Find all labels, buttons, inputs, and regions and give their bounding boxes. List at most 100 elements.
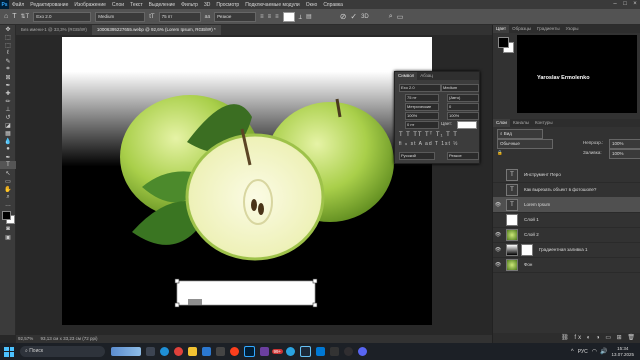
gradient-tool-icon[interactable]: ▦ xyxy=(0,129,16,137)
align-left-icon[interactable]: ≡ xyxy=(260,14,264,20)
char-color-swatch[interactable] xyxy=(457,121,477,129)
cancel-icon[interactable]: ⊘ xyxy=(340,12,347,21)
visibility-eye-icon[interactable]: 👁 xyxy=(493,262,503,268)
move-tool-icon[interactable]: ✥ xyxy=(0,25,16,33)
menu-item-file[interactable]: Файл xyxy=(9,2,27,8)
tab-patterns[interactable]: Узоры xyxy=(563,25,582,33)
tab-color[interactable]: Цвет xyxy=(493,25,510,33)
blend-mode-select[interactable]: Обычные xyxy=(497,139,553,149)
crop-tool-icon[interactable]: ⌗ xyxy=(0,65,16,73)
layer-row[interactable]: T Инструмент Перо xyxy=(493,167,640,183)
text-orientation-icon[interactable]: ⇅T xyxy=(21,13,30,20)
marquee-tool-icon[interactable]: ⬚ xyxy=(0,41,16,49)
layer-name[interactable]: Слой 1 xyxy=(524,217,539,222)
type-tool-icon[interactable]: T xyxy=(0,161,16,169)
layer-name[interactable]: Градиентная заливка 1 xyxy=(539,247,587,252)
yandex-icon[interactable] xyxy=(230,347,239,356)
eraser-tool-icon[interactable]: ◪ xyxy=(0,121,16,129)
fill-field[interactable]: 100% xyxy=(609,149,640,159)
opacity-field[interactable]: 100% xyxy=(609,139,640,149)
task-view-icon[interactable] xyxy=(146,347,155,356)
vscode-icon[interactable] xyxy=(315,347,325,356)
brush-tool-icon[interactable]: ✏ xyxy=(0,97,16,105)
zoom-level[interactable]: 92,57% xyxy=(18,336,33,341)
tab-paragraph[interactable]: Абзац xyxy=(417,72,436,80)
color-swatches-icon[interactable] xyxy=(0,209,16,225)
char-opentype-buttons[interactable]: ﬁ ℴ st A ad T 1st ½ xyxy=(399,141,458,147)
menu-item-window[interactable]: Окно xyxy=(303,2,321,8)
volume-icon[interactable]: 🔊 xyxy=(600,348,607,355)
layers-footer-buttons[interactable]: ⛓ fx ◐ ◑ ▭ ⊞ 🗑 xyxy=(493,333,640,343)
screen-mode-icon[interactable]: ▣ xyxy=(0,233,16,241)
char-size-field[interactable]: 75 пт xyxy=(405,94,439,102)
align-center-icon[interactable]: ≡ xyxy=(268,14,272,20)
workspace-icon[interactable]: ▭ xyxy=(397,13,404,21)
char-tracking-field[interactable]: 0 xyxy=(447,103,479,111)
char-style-buttons[interactable]: T T TT Tᵀ T₁ T T xyxy=(399,132,458,138)
type-tool-icon[interactable]: T xyxy=(12,13,16,20)
layer-name[interactable]: Как вырезать объект в фотошопе? xyxy=(524,187,596,192)
visibility-eye-icon[interactable]: 👁 xyxy=(493,232,503,238)
hand-tool-icon[interactable]: ✋ xyxy=(0,185,16,193)
chrome-icon[interactable] xyxy=(174,347,183,356)
layer-name[interactable]: Инструмент Перо xyxy=(524,172,561,177)
pen-tool-icon[interactable]: ✒ xyxy=(0,153,16,161)
char-language-select[interactable]: Русский xyxy=(399,152,435,160)
text-color-swatch[interactable] xyxy=(282,11,295,22)
tab-paths[interactable]: Контуры xyxy=(532,119,556,127)
layer-name[interactable]: Lorem Ipsum xyxy=(524,202,550,207)
layer-row[interactable]: 👁 Градиентная заливка 1 xyxy=(493,242,640,258)
char-font-select[interactable]: Exo 2.0 xyxy=(399,84,441,92)
menu-item-image[interactable]: Изображение xyxy=(71,2,109,8)
char-antialias-select[interactable]: Резкое xyxy=(447,152,479,160)
windows-start-icon[interactable] xyxy=(4,346,14,357)
layer-name[interactable]: Фон xyxy=(524,262,532,267)
char-baseline-field[interactable]: 0 пт xyxy=(405,121,439,129)
color-field-preview[interactable]: Yaroslav Ermolenko xyxy=(517,35,637,113)
font-style-select[interactable]: Medium xyxy=(95,11,146,22)
char-hscale-field[interactable]: 100% xyxy=(447,112,479,120)
warp-text-icon[interactable]: Ʇ xyxy=(299,13,302,21)
store-icon[interactable] xyxy=(216,347,225,356)
search-box[interactable]: ⌕ Поиск xyxy=(20,346,105,357)
telegram-icon[interactable] xyxy=(285,347,295,356)
app-icon[interactable] xyxy=(260,347,269,356)
eyedropper-tool-icon[interactable]: ✒ xyxy=(0,81,16,89)
home-icon[interactable]: ⌂ xyxy=(4,13,8,20)
align-right-icon[interactable]: ≡ xyxy=(275,14,279,20)
menu-item-plugins[interactable]: Подключаемые модули xyxy=(242,2,302,8)
steam-icon[interactable] xyxy=(299,346,311,357)
panels-icon[interactable]: ▤ xyxy=(306,13,312,20)
color-swatches[interactable] xyxy=(498,37,514,53)
tab-apples-webp[interactable]: 10006395227655.webp @ 92,6% (Lorem Ipsum… xyxy=(91,25,221,35)
3d-icon[interactable]: 3D xyxy=(361,14,369,20)
layer-row[interactable]: 👁 T Lorem Ipsum xyxy=(493,197,640,213)
artboard-tool-icon[interactable]: ⬚ xyxy=(0,33,16,41)
font-size-select[interactable]: 75 пт xyxy=(158,11,201,22)
close-icon[interactable]: × xyxy=(630,0,640,9)
more-tools-icon[interactable]: … xyxy=(0,201,16,209)
quick-mask-icon[interactable]: ◙ xyxy=(0,225,16,233)
zoom-tool-icon[interactable]: ⌕ xyxy=(0,193,16,201)
menu-item-type[interactable]: Текст xyxy=(127,2,146,8)
antialias-select[interactable]: Резкое xyxy=(214,11,257,22)
visibility-eye-icon[interactable]: 👁 xyxy=(493,247,503,253)
quick-select-tool-icon[interactable]: ✎ xyxy=(0,57,16,65)
photoshop-logo-icon[interactable]: Ps xyxy=(0,0,9,9)
menu-item-help[interactable]: Справка xyxy=(320,2,346,8)
mail-icon[interactable] xyxy=(202,347,211,356)
char-vscale-field[interactable]: 100% xyxy=(405,112,439,120)
layer-row[interactable]: T Как вырезать объект в фотошопе? xyxy=(493,182,640,198)
dodge-tool-icon[interactable]: ● xyxy=(0,145,16,153)
edge-icon[interactable] xyxy=(160,347,169,356)
wifi-icon[interactable]: ◠ xyxy=(592,348,597,355)
maximize-icon[interactable]: □ xyxy=(620,0,630,9)
menu-item-layers[interactable]: Слои xyxy=(109,2,127,8)
document-canvas[interactable] xyxy=(62,37,432,325)
menu-item-edit[interactable]: Редактирование xyxy=(27,2,71,8)
tray-chevron-icon[interactable]: ^ xyxy=(571,349,574,355)
minimize-icon[interactable]: – xyxy=(610,0,620,9)
tab-gradients[interactable]: Градиенты xyxy=(534,25,563,33)
layer-name[interactable]: Слой 2 xyxy=(524,232,539,237)
visibility-eye-icon[interactable]: 👁 xyxy=(493,202,503,208)
